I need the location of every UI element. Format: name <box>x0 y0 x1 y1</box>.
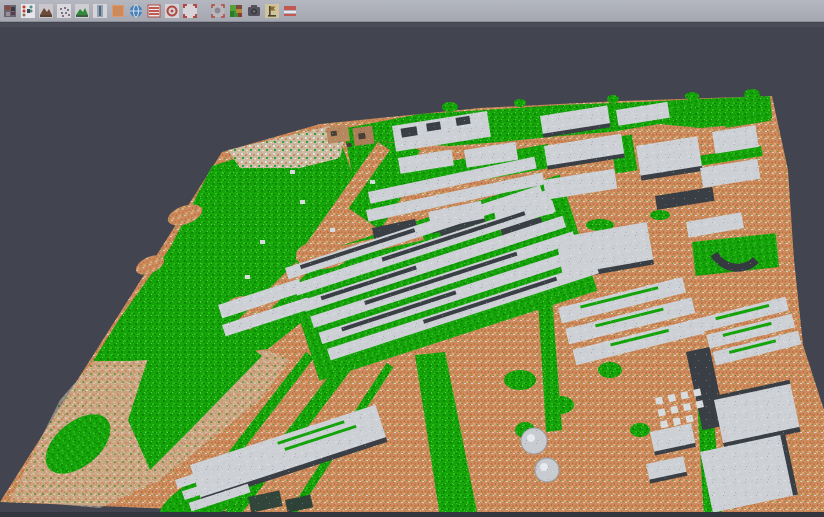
globe-3d-button[interactable] <box>129 4 143 18</box>
class-table-button[interactable] <box>147 4 161 18</box>
snapshot-camera-button[interactable] <box>247 4 261 18</box>
tool-red-button[interactable] <box>283 4 297 18</box>
points-legend-icon <box>21 4 35 18</box>
point-cloud-canvas[interactable] <box>0 27 824 517</box>
measure-flag-icon <box>265 4 279 18</box>
terrain-green-button[interactable] <box>75 4 89 18</box>
dataset-cube-button[interactable] <box>3 4 17 18</box>
ortho-view-icon <box>111 4 125 18</box>
target-circle-icon <box>165 4 179 18</box>
target-circle-button[interactable] <box>165 4 179 18</box>
application-window <box>0 0 824 517</box>
dataset-cube-icon <box>3 4 17 18</box>
tool-red-icon <box>283 4 297 18</box>
globe-3d-icon <box>129 4 143 18</box>
classification-palette-button[interactable] <box>229 4 243 18</box>
zoom-selection-icon <box>211 4 225 18</box>
classification-palette-icon <box>229 4 243 18</box>
ortho-view-button[interactable] <box>111 4 125 18</box>
select-bounds-icon <box>183 4 197 18</box>
point-cloud-viewport[interactable] <box>0 27 824 517</box>
bottom-edge-strip <box>0 512 824 517</box>
class-table-icon <box>147 4 161 18</box>
select-bounds-button[interactable] <box>183 4 197 18</box>
terrain-brown-icon <box>39 4 53 18</box>
profile-view-button[interactable] <box>93 4 107 18</box>
terrain-green-icon <box>75 4 89 18</box>
profile-view-icon <box>93 4 107 18</box>
main-toolbar <box>0 0 824 22</box>
snapshot-camera-icon <box>247 4 261 18</box>
toolbar-separator <box>201 4 207 18</box>
points-view-button[interactable] <box>57 4 71 18</box>
zoom-selection-button[interactable] <box>211 4 225 18</box>
measure-flag-button[interactable] <box>265 4 279 18</box>
points-legend-button[interactable] <box>21 4 35 18</box>
points-view-icon <box>57 4 71 18</box>
terrain-brown-button[interactable] <box>39 4 53 18</box>
